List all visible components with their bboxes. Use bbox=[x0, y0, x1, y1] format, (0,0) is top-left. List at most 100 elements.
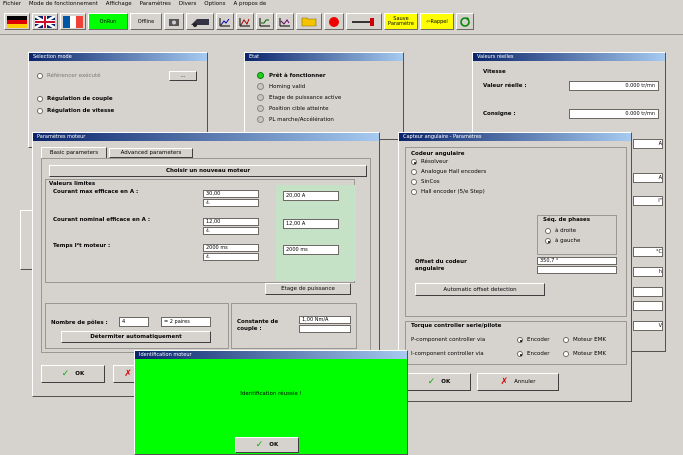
mode-window-title: Sélection mode bbox=[29, 53, 207, 61]
chart-icon bbox=[239, 17, 250, 26]
torque-label: Régulation de couple bbox=[47, 96, 113, 102]
resolver-radio[interactable] bbox=[411, 159, 417, 165]
status-ready-label: Prêt à fonctionner bbox=[269, 73, 326, 79]
chart-button-3[interactable] bbox=[256, 13, 274, 30]
motor-ok-button[interactable]: ✓ OK bbox=[41, 365, 105, 383]
online-button[interactable]: OnRun bbox=[88, 13, 128, 30]
refresh-button[interactable] bbox=[456, 13, 474, 30]
offset-input[interactable]: 350,7 ° bbox=[537, 257, 617, 265]
blank-field-1 bbox=[633, 287, 663, 297]
phase-sequence-title: Séq. de phases bbox=[543, 217, 591, 223]
i2t-time-output: 2000 ms bbox=[283, 245, 339, 255]
p-encoder-radio[interactable] bbox=[517, 337, 523, 343]
analog-hall-radio[interactable] bbox=[411, 169, 417, 175]
voltage-value-field: V bbox=[633, 321, 663, 331]
flag-uk-button[interactable] bbox=[32, 13, 58, 30]
menu-about[interactable]: A propos de bbox=[230, 0, 269, 8]
menu-params[interactable]: Paramètres bbox=[137, 0, 174, 8]
actual-value-field: 0.000 tr/mn bbox=[569, 81, 659, 91]
p-emk-radio[interactable] bbox=[563, 337, 569, 343]
recall-label: Rappel bbox=[430, 18, 448, 25]
camera-button[interactable] bbox=[164, 13, 184, 30]
auto-offset-button[interactable]: Automatic offset detection bbox=[415, 283, 545, 296]
actual-value-label: Valeur réelle : bbox=[483, 83, 527, 89]
position-value-field: I" bbox=[633, 196, 663, 206]
speed-heading: Vitesse bbox=[483, 69, 506, 75]
i-emk-radio[interactable] bbox=[563, 351, 569, 357]
offline-button[interactable]: Offline bbox=[130, 13, 162, 30]
power-stage-button[interactable]: Etage de puissance bbox=[265, 283, 351, 295]
folder-button[interactable] bbox=[296, 13, 322, 30]
offset-label: Offset du codeur angulaire bbox=[415, 259, 467, 272]
choose-motor-button[interactable]: Choisir un nouveau moteur bbox=[49, 165, 367, 177]
resolver-label: Résolveur bbox=[421, 159, 449, 165]
save-params-button[interactable]: Sauve Paramètre bbox=[384, 13, 418, 30]
reference-checkbox[interactable] bbox=[37, 73, 43, 79]
torque-constant-label: Constante de couple : bbox=[237, 319, 279, 332]
arrow-button[interactable] bbox=[346, 13, 382, 30]
torque-radio[interactable] bbox=[37, 96, 43, 102]
status-led-power bbox=[257, 94, 264, 101]
chart-button-2[interactable] bbox=[236, 13, 254, 30]
i-emk-label: Moteur EMK bbox=[573, 351, 606, 357]
motor-button[interactable] bbox=[186, 13, 214, 30]
rms-current-input[interactable]: 30,00 bbox=[203, 190, 259, 198]
poles-label: Nombre de pôles : bbox=[51, 320, 108, 326]
identification-dialog: Identification moteur Identification réu… bbox=[134, 350, 408, 455]
identification-message: Identification réussie ! bbox=[240, 391, 302, 397]
angle-sensor-title: Capteur angulaire - Paramètres bbox=[399, 133, 631, 141]
phase-left-radio[interactable] bbox=[545, 238, 551, 244]
tab-advanced[interactable]: Advanced parameters bbox=[109, 148, 193, 158]
angle-ok-button[interactable]: ✓ OK bbox=[407, 373, 471, 391]
flag-german-button[interactable] bbox=[4, 13, 30, 30]
torque-constant-spinner[interactable] bbox=[299, 325, 351, 333]
menu-mode[interactable]: Mode de fonctionnement bbox=[26, 0, 101, 8]
poles-input[interactable]: 4 bbox=[119, 317, 149, 327]
chart-icon bbox=[219, 17, 230, 26]
i-component-label: I-component controller via bbox=[411, 351, 484, 357]
chart-button-4[interactable] bbox=[276, 13, 294, 30]
speed-radio[interactable] bbox=[37, 108, 43, 114]
menu-view[interactable]: Affichage bbox=[103, 0, 135, 8]
setpoint-field: 0.000 tr/mn bbox=[569, 109, 659, 119]
menu-file[interactable]: Fichier bbox=[0, 0, 24, 8]
phase-right-radio[interactable] bbox=[545, 228, 551, 234]
nominal-current-spinner[interactable]: 4. bbox=[203, 227, 259, 235]
reference-button[interactable]: ... bbox=[169, 71, 197, 81]
rms-current-output: 20,00 A bbox=[283, 191, 339, 201]
ok-label: OK bbox=[269, 442, 279, 448]
check-icon: ✓ bbox=[255, 440, 264, 450]
poles-pairs-output: = 2 paires bbox=[161, 317, 211, 327]
current-value-field-2: A bbox=[633, 173, 663, 183]
i-encoder-label: Encoder bbox=[527, 351, 550, 357]
nominal-current-input[interactable]: 12,00 bbox=[203, 218, 259, 226]
i2t-time-spinner[interactable]: 4. bbox=[203, 253, 259, 261]
hall-encoder-radio[interactable] bbox=[411, 189, 417, 195]
sincos-radio[interactable] bbox=[411, 179, 417, 185]
p-encoder-label: Encoder bbox=[527, 337, 550, 343]
hours-value-field: h bbox=[633, 267, 663, 277]
identification-ok-button[interactable]: ✓ OK bbox=[235, 437, 299, 453]
stop-button[interactable] bbox=[324, 13, 344, 30]
menu-bar: Fichier Mode de fonctionnement Affichage… bbox=[0, 0, 683, 10]
sincos-label: SinCos bbox=[421, 179, 440, 185]
menu-options[interactable]: Options bbox=[201, 0, 228, 8]
rms-current-spinner[interactable]: 4. bbox=[203, 199, 259, 207]
rms-current-label: Courant max efficace en A : bbox=[53, 189, 139, 195]
tab-basic[interactable]: Basic parameters bbox=[41, 147, 107, 158]
chart-button-1[interactable] bbox=[216, 13, 234, 30]
menu-misc[interactable]: Divers bbox=[176, 0, 200, 8]
torque-constant-input[interactable]: 1,00 Nm/A bbox=[299, 316, 351, 324]
i2t-time-label: Temps I²t moteur : bbox=[53, 243, 111, 249]
blank-field-2 bbox=[633, 301, 663, 311]
i2t-time-input[interactable]: 2000 ms bbox=[203, 244, 259, 252]
flag-french-button[interactable] bbox=[60, 13, 86, 30]
german-flag-icon bbox=[7, 15, 27, 28]
motor-icon bbox=[191, 18, 209, 27]
status-led-target bbox=[257, 105, 264, 112]
angle-cancel-button[interactable]: ✗ Annuler bbox=[477, 373, 559, 391]
recall-button[interactable]: ⇦ Rappel bbox=[420, 13, 454, 30]
offset-spinner[interactable] bbox=[537, 266, 617, 274]
i-encoder-radio[interactable] bbox=[517, 351, 523, 357]
auto-detect-button[interactable]: Détermiter automatiquement bbox=[61, 331, 211, 343]
